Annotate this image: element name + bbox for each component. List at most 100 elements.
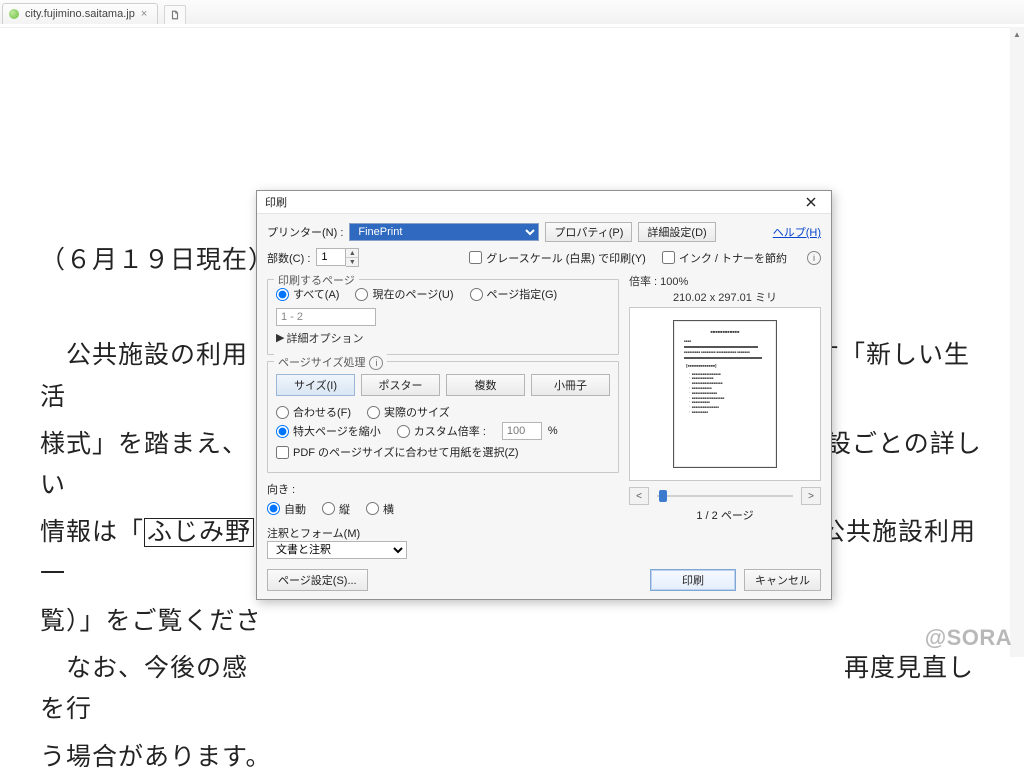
- actual-input[interactable]: [367, 406, 380, 419]
- orient-auto-radio[interactable]: 自動: [267, 501, 306, 517]
- page-sizing-title-text: ページサイズ処理: [278, 357, 365, 369]
- range-pages-label: ページ指定(G): [487, 286, 558, 302]
- dialog-titlebar[interactable]: 印刷: [257, 191, 831, 214]
- orient-landscape-input[interactable]: [366, 502, 379, 515]
- spin-up-icon[interactable]: ▲: [346, 249, 358, 257]
- page-range-title: 印刷するページ: [274, 272, 359, 288]
- sizing-size-tab[interactable]: サイズ(I): [276, 374, 355, 396]
- printer-label: プリンター(N) :: [267, 224, 343, 240]
- preview-page-counter: 1 / 2 ページ: [629, 507, 821, 523]
- preview-next-button[interactable]: >: [801, 487, 821, 505]
- advanced-button[interactable]: 詳細設定(D): [638, 222, 715, 242]
- new-tab-button[interactable]: [164, 5, 186, 24]
- print-button[interactable]: 印刷: [650, 569, 736, 591]
- copies-input[interactable]: [316, 248, 346, 266]
- orient-landscape-label: 横: [383, 501, 394, 517]
- shrink-input[interactable]: [276, 425, 289, 438]
- close-icon: [806, 197, 816, 207]
- cancel-button[interactable]: キャンセル: [744, 569, 821, 591]
- spin-down-icon[interactable]: ▼: [346, 257, 358, 266]
- grayscale-input[interactable]: [469, 251, 482, 264]
- doc-link-boxed[interactable]: ふじみ野: [144, 518, 254, 547]
- page-sizing-title: ページサイズ処理 i: [274, 354, 387, 370]
- fit-radio[interactable]: 合わせる(F): [276, 404, 351, 420]
- savetoner-label: インク / トナーを節約: [679, 250, 787, 266]
- printer-select[interactable]: FinePrint: [349, 223, 539, 241]
- favicon-icon: [9, 9, 19, 19]
- custom-scale-label: カスタム倍率 :: [414, 423, 486, 439]
- doc-text: 覧）」をご覧くださ: [40, 608, 262, 635]
- range-more-label: 詳細オプション: [286, 333, 363, 345]
- range-all-radio[interactable]: すべて(A): [276, 286, 339, 302]
- copies-spinner[interactable]: ▲▼: [316, 248, 359, 267]
- range-all-input[interactable]: [276, 288, 289, 301]
- orient-portrait-radio[interactable]: 縦: [322, 501, 350, 517]
- dialog-close-button[interactable]: [793, 192, 829, 212]
- doc-text: う場合があります。: [40, 744, 272, 771]
- document-icon: [170, 10, 180, 20]
- fit-label: 合わせる(F): [293, 404, 351, 420]
- orient-portrait-label: 縦: [339, 501, 350, 517]
- slider-thumb[interactable]: [659, 490, 667, 502]
- scroll-up-icon[interactable]: ▲: [1010, 27, 1024, 41]
- range-current-label: 現在のページ(U): [372, 286, 453, 302]
- info-icon[interactable]: i: [807, 251, 821, 265]
- actual-label: 実際のサイズ: [384, 404, 450, 420]
- page-range-group: 印刷するページ すべて(A) 現在のページ(U) ページ指定(G) ▶詳細オプシ…: [267, 279, 619, 355]
- watermark: @SORA: [925, 625, 1012, 651]
- choose-paper-checkbox[interactable]: PDF のページサイズに合わせて用紙を選択(Z): [276, 444, 519, 460]
- page-scrollbar[interactable]: ▲: [1010, 27, 1024, 657]
- orient-auto-label: 自動: [284, 501, 306, 517]
- grayscale-label: グレースケール (白黒) で印刷(Y): [486, 250, 646, 266]
- preview-slider[interactable]: [657, 489, 793, 503]
- tab-bar: city.fujimino.saitama.jp ×: [0, 0, 1024, 24]
- page-setup-button[interactable]: ページ設定(S)...: [267, 569, 368, 591]
- fit-input[interactable]: [276, 406, 289, 419]
- range-pages-value: [276, 308, 376, 326]
- range-more-options[interactable]: ▶詳細オプション: [276, 330, 610, 346]
- orient-auto-input[interactable]: [267, 502, 280, 515]
- preview-dimensions: 210.02 x 297.01 ミリ: [629, 289, 821, 305]
- preview-page: ■■■■■■■■■■■■ ■■■■ ■■■■■■■■■ ■■■■■■■■ ■■■…: [673, 320, 777, 468]
- dialog-title: 印刷: [265, 194, 287, 210]
- range-all-label: すべて(A): [293, 286, 339, 302]
- preview-prev-button[interactable]: <: [629, 487, 649, 505]
- sizing-multiple-tab[interactable]: 複数: [446, 374, 525, 396]
- grayscale-checkbox[interactable]: グレースケール (白黒) で印刷(Y): [469, 250, 646, 266]
- preview-frame: ■■■■■■■■■■■■ ■■■■ ■■■■■■■■■ ■■■■■■■■ ■■■…: [629, 307, 821, 481]
- toolbar-strip: [0, 24, 1024, 28]
- print-dialog: 印刷 プリンター(N) : FinePrint プロパティ(P) 詳細設定(D)…: [256, 190, 832, 600]
- savetoner-input[interactable]: [662, 251, 675, 264]
- sizing-booklet-tab[interactable]: 小冊子: [531, 374, 610, 396]
- range-pages-input[interactable]: [470, 288, 483, 301]
- tab-close-icon[interactable]: ×: [141, 8, 147, 20]
- custom-scale-radio[interactable]: カスタム倍率 :: [397, 423, 486, 439]
- doc-text: 様式」を踏まえ、: [40, 431, 248, 458]
- choose-paper-input[interactable]: [276, 446, 289, 459]
- range-current-radio[interactable]: 現在のページ(U): [355, 286, 453, 302]
- choose-paper-label: PDF のページサイズに合わせて用紙を選択(Z): [293, 444, 519, 460]
- annotations-select[interactable]: 文書と注釈: [267, 541, 407, 559]
- savetoner-checkbox[interactable]: インク / トナーを節約: [662, 250, 787, 266]
- range-current-input[interactable]: [355, 288, 368, 301]
- slider-track: [657, 495, 793, 497]
- actual-radio[interactable]: 実際のサイズ: [367, 404, 450, 420]
- range-pages-radio[interactable]: ページ指定(G): [470, 286, 558, 302]
- percent-label: %: [548, 425, 558, 437]
- orientation-label: 向き :: [267, 481, 295, 497]
- annotations-label: 注釈とフォーム(M): [267, 525, 619, 541]
- sizing-poster-tab[interactable]: ポスター: [361, 374, 440, 396]
- spinner-arrows[interactable]: ▲▼: [346, 248, 359, 267]
- browser-chrome: city.fujimino.saitama.jp ×: [0, 0, 1024, 25]
- info-icon[interactable]: i: [369, 356, 383, 370]
- orient-portrait-input[interactable]: [322, 502, 335, 515]
- doc-text: 情報は「: [40, 519, 144, 546]
- help-link[interactable]: ヘルプ(H): [773, 224, 821, 240]
- orient-landscape-radio[interactable]: 横: [366, 501, 394, 517]
- shrink-radio[interactable]: 特大ページを縮小: [276, 423, 381, 439]
- browser-tab[interactable]: city.fujimino.saitama.jp ×: [2, 3, 158, 24]
- custom-scale-input[interactable]: [397, 425, 410, 438]
- properties-button[interactable]: プロパティ(P): [545, 222, 632, 242]
- copies-label: 部数(C) :: [267, 250, 310, 266]
- triangle-right-icon: ▶: [276, 331, 284, 344]
